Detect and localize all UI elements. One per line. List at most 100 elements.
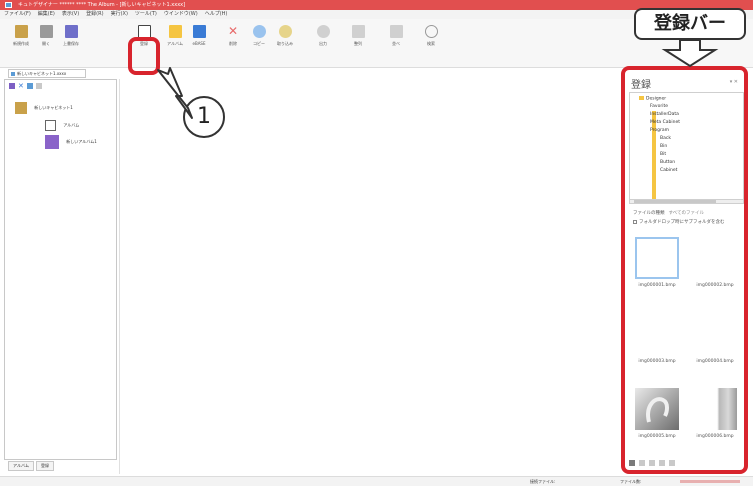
window-title: キュトデザイナー ****** **** The Album - [新しいキャビ… [18,2,186,8]
open-button[interactable]: 開く [35,23,57,53]
export-icon [316,25,330,38]
menu-execute[interactable]: 実行(X) [111,10,128,19]
menu-register[interactable]: 登録(R) [86,10,103,19]
album-book-icon [45,135,59,149]
arrange-icon [389,25,403,38]
thumbnail-item[interactable]: img000004.bmp [689,313,741,364]
registration-footer [629,458,744,467]
menu-file[interactable]: ファイル(F) [4,10,31,19]
document-tab-label: 新しいキャビネット1.xxxx [17,71,67,76]
expand-icon[interactable] [36,83,42,89]
tab-album[interactable]: アルバム [8,461,34,471]
zoom-out-icon[interactable] [649,459,655,466]
sort-icon [351,25,365,38]
export-button[interactable]: 出力 [312,23,334,53]
cabinet-file-icon [11,72,15,76]
add-album-icon[interactable] [9,83,15,89]
thumbnail-item[interactable]: img000002.bmp [689,237,741,288]
menu-tools[interactable]: ツール(T) [135,10,157,19]
handle-graphic [646,397,669,423]
tab-register[interactable]: 登録 [35,461,54,471]
folder-item[interactable]: Cabinet [660,168,677,173]
menu-edit[interactable]: 編集(E) [38,10,55,19]
folder-item[interactable]: Favorite [650,104,668,109]
menu-window[interactable]: ウインドウ(W) [164,10,198,19]
status-file-count: ファイル数: [620,479,642,484]
search-button[interactable]: 検索 [420,23,442,53]
folder-item[interactable]: InstallerData [650,112,679,117]
new-cabinet-icon [14,25,28,38]
registration-bar: 登録 ▾ ✕ Designer Favorite InstallerData M… [621,66,748,474]
save-button[interactable]: 上書保存 [60,23,82,53]
thumbnail-image [693,237,737,279]
copy-button[interactable]: コピー [248,23,270,53]
tree-toolbar: ✕ [9,83,42,90]
menu-view[interactable]: 表示(V) [62,10,79,19]
status-connection: 接続ファイル: [530,479,556,484]
pin-icon[interactable]: ▾ ✕ [730,79,738,85]
thumbnail-image-panel [693,388,737,430]
save-icon [64,25,78,38]
close-icon[interactable]: ✕ [18,83,24,90]
new-button[interactable]: 新規作成 [10,23,32,53]
folder-icon [639,96,644,100]
step-highlight-box [128,37,160,75]
cabinet-icon [15,102,27,114]
thumbnail-item[interactable]: img000005.bmp [631,388,683,439]
thumbnail-item[interactable]: img000001.bmp [631,237,683,288]
checkbox-box[interactable] [633,219,637,224]
folder-item[interactable]: Back [660,136,671,141]
open-icon [39,25,53,38]
menu-help[interactable]: ヘルプ(H) [205,10,228,19]
album-button[interactable]: アルバム [164,23,186,53]
delete-button[interactable]: ✕ 削除 [222,23,244,53]
copy-icon [252,25,266,38]
step-number-badge: 1 [183,96,225,138]
thumbnail-image [635,237,679,279]
folder-item[interactable]: Bin [660,144,667,149]
album-tree-panel: ✕ 新しいキャビネット1 アルバム 新しいアルバム1 [4,79,117,460]
thumbnail-image [635,313,679,355]
import-button[interactable]: 取り込み [274,23,296,53]
panel-tabs: アルバム 登録 [8,461,54,471]
tree-item-album[interactable]: アルバム [45,120,79,131]
album-icon [168,25,182,38]
scroll-thumb[interactable] [634,200,716,203]
document-tab[interactable]: 新しいキャビネット1.xxxx [8,69,86,78]
thumbnail-item[interactable]: img000003.bmp [631,313,683,364]
folder-item[interactable]: Designer [639,96,666,102]
thumbnail-image [693,313,737,355]
album-workspace[interactable] [119,79,616,474]
app-window: キュトデザイナー ****** **** The Album - [新しいキャビ… [0,0,753,486]
properties-icon[interactable] [27,83,33,89]
search-icon [424,25,438,38]
zoom-in-icon[interactable] [669,459,675,466]
album-folder-icon [45,120,56,131]
app-icon [5,2,12,8]
sort-button[interactable]: 整列 [347,23,369,53]
thumbnail-item[interactable]: img000006.bmp [689,388,741,439]
callout-label: 登録バー [634,8,746,40]
delete-icon: ✕ [227,24,239,38]
ebase-button[interactable]: eBASE [188,23,210,53]
folder-tree-scrollbar[interactable] [629,199,744,204]
subfolder-checkbox[interactable]: フォルダドロップ時にサブフォルダを含む [633,219,725,225]
tree-item-new-album[interactable]: 新しいアルバム1 [45,135,97,149]
folder-tree: Designer Favorite InstallerData Meta Cab… [629,92,744,201]
thumbnail-image-handle [635,388,679,430]
import-icon [278,25,292,38]
status-indicator [680,480,740,483]
tree-root[interactable]: 新しいキャビネット1 [15,102,73,114]
file-kind-select[interactable]: ファイルの種類 すべてのファイル [633,210,704,216]
registration-title: 登録 [631,80,651,91]
folder-item[interactable]: Meta Cabinet [650,120,680,125]
status-bar: 接続ファイル: ファイル数: [0,476,753,486]
arrange-button[interactable]: 並べ [385,23,407,53]
zoom-slider-icon[interactable] [659,459,665,466]
ebase-icon [192,25,206,38]
folder-item[interactable]: Bit [660,152,666,157]
thumbnail-view-icon[interactable] [629,459,635,466]
list-view-icon[interactable] [639,459,645,466]
folder-item[interactable]: Program [650,128,669,133]
folder-item[interactable]: Button [660,160,675,165]
